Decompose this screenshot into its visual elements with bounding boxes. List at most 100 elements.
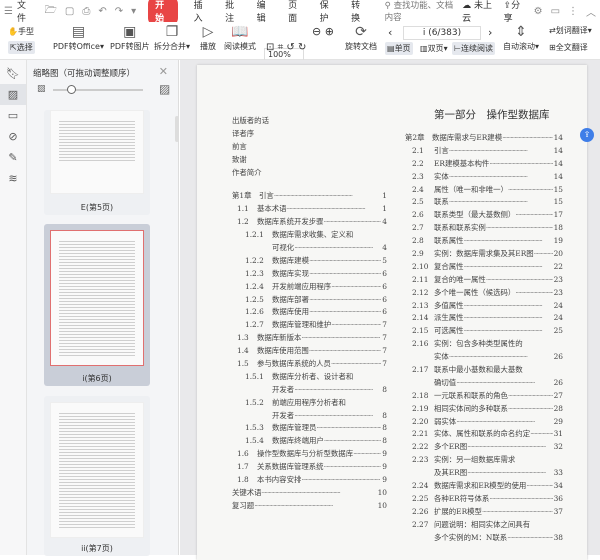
play-button[interactable]: ▷ 播放 [200,24,216,52]
tab-insert[interactable]: 插入 [194,0,210,24]
read-mode-button[interactable]: 📖 阅读模式 [224,24,256,52]
signature-icon[interactable]: ✎ [0,147,26,168]
tab-annotate[interactable]: 批注 [225,0,241,24]
toc-entry[interactable]: 1.3 数据库新版本 7 [232,332,387,345]
toc-entry[interactable]: 2.21 实体、属性和联系的命名约定 31 [405,428,563,441]
comment-icon[interactable]: ▭ [551,6,560,17]
prev-page-button[interactable]: ‹ [388,26,392,39]
thumbnail-page-7[interactable]: ii(第7页) [44,396,150,556]
thumbnail-icon[interactable]: ▨ [0,84,26,105]
settings-icon[interactable]: ⚙ [534,6,543,17]
double-page-button[interactable]: ▥双页▾ [418,42,450,55]
toc-entry[interactable]: 1.5.2 前端应用程序分析者和 [232,397,387,410]
toc-entry[interactable]: 开发者 8 [232,410,387,423]
toc-entry[interactable]: 2.17 联系中最小基数和最大基数 [405,364,563,377]
toc-entry[interactable]: 1.5.3 数据库管理员 8 [232,422,387,435]
single-page-button[interactable]: ▤单页 [385,42,413,55]
toc-entry[interactable]: 2.25 各种ER符号体系 36 [405,493,563,506]
fit-tools[interactable]: ⊡ ⌗ ↺ ↻ [266,42,306,53]
toc-entry[interactable]: 1.4 数据库使用范围 7 [232,345,387,358]
toc-entry[interactable]: 前言 [232,141,387,154]
toc-entry[interactable]: 2.10 复合属性 22 [405,261,563,274]
toc-entry[interactable]: 2.26 扩展的ER模型 37 [405,506,563,519]
select-tool-button[interactable]: ⇱选择 [8,41,35,54]
toc-entry[interactable]: 2.12 多个唯一属性（候选码） 23 [405,287,563,300]
file-menu[interactable]: 文件 [17,0,33,24]
page-number-input[interactable]: i (6/383) [403,26,481,40]
toc-entry[interactable]: 1.2.3 数据库实现 6 [232,268,387,281]
toc-entry[interactable]: 2.18 一元联系和联系的角色 27 [405,390,563,403]
toc-entry[interactable]: 2.6 联系类型（最大基数侧） 17 [405,209,563,222]
save-icon[interactable]: ▢ [65,6,74,17]
search-box[interactable]: ⚲ 查找功能、文档内容 [385,0,459,23]
toc-entry[interactable]: 复习题 10 [232,500,387,513]
toc-entry[interactable]: 2.27 问题说明：相同实体之间具有 [405,519,563,532]
pdf-to-office-button[interactable]: ▤ PDF转Office▾ [53,24,104,52]
toc-entry[interactable]: 1.5.1 数据库分析者、设计者和 [232,371,387,384]
toc-entry[interactable]: 1.8 本书内容安排 9 [232,474,387,487]
toc-entry[interactable]: 1.1 基本术语 1 [232,203,387,216]
toc-entry[interactable]: 2.22 多个ER图 32 [405,441,563,454]
bookmark-icon[interactable]: 🔖︎ [0,63,26,84]
more-icon[interactable]: ⋮ [568,6,578,17]
floating-tool-icon[interactable]: ⇪ [580,128,594,142]
toc-entry[interactable]: 1.2.2 数据库建模 5 [232,255,387,268]
tab-edit[interactable]: 编辑 [257,0,273,24]
toc-entry[interactable]: 可视化 4 [232,242,387,255]
layers-icon[interactable]: ≋ [0,168,26,189]
toc-entry[interactable]: 2.7 联系和联系实例 18 [405,222,563,235]
share-button[interactable]: ⇪分享 [504,0,526,24]
cloud-button[interactable]: ☁ 未上云 [462,0,495,24]
open-icon[interactable]: 🗁 [44,3,56,20]
pdf-to-image-button[interactable]: ▣ PDF转图片 [110,24,150,52]
toc-entry[interactable]: 1.5 参与数据库系统的人员 7 [232,358,387,371]
next-page-button[interactable]: › [488,26,492,39]
slider-knob[interactable] [67,85,76,94]
zoom-in-icon[interactable]: ⊕ [325,25,334,38]
close-icon[interactable]: ✕ [159,65,168,78]
toc-entry[interactable]: 关键术语 10 [232,487,387,500]
continuous-read-button[interactable]: ⊢连续阅读 [452,42,495,55]
tab-page[interactable]: 页面 [288,0,304,24]
hand-tool-button[interactable]: ✋手型 [8,26,34,37]
toc-entry[interactable]: 确切值 26 [405,377,563,390]
toc-entry[interactable]: 第1章引言 1 [232,190,387,203]
toc-entry[interactable]: 1.7 关系数据库管理系统 9 [232,461,387,474]
redo-icon[interactable]: ↷ [115,6,123,17]
toc-entry[interactable]: 1.2.6 数据库使用 6 [232,306,387,319]
toc-entry[interactable]: 1.2.7 数据库管理和维护 7 [232,319,387,332]
translate-word-button[interactable]: ⇄划词翻译▾ [549,25,592,36]
toc-entry[interactable]: 1.2.4 开发前端应用程序 6 [232,281,387,294]
toc-entry[interactable]: 2.13 多值属性 24 [405,300,563,313]
toc-entry[interactable]: 2.23 实例：另一组数据库需求 [405,454,563,467]
thumbnail-size-slider[interactable] [53,85,143,94]
thumbnail-page-5[interactable]: E(第5页) [44,110,150,215]
toc-entry[interactable]: 2.9 实例：数据库需求集及其ER图 20 [405,248,563,261]
toc-entry[interactable]: 致谢 [232,154,387,167]
toc-entry[interactable]: 2.20 弱实体 29 [405,416,563,429]
zoom-out-icon[interactable]: ⊖ [312,25,321,38]
toc-entry[interactable]: 2.24 数据库需求和ER模型的使用 34 [405,480,563,493]
toc-entry[interactable]: 2.15 可选属性 25 [405,325,563,338]
toc-entry[interactable]: 实体 26 [405,351,563,364]
tab-protect[interactable]: 保护 [320,0,336,24]
attachment-icon[interactable]: ⊘ [0,126,26,147]
toc-entry[interactable]: 作者简介 [232,167,387,180]
toc-entry[interactable]: 2.8 联系属性 19 [405,235,563,248]
toc-entry[interactable]: 1.2.1 数据库需求收集、定义和 [232,229,387,242]
toc-entry[interactable]: 2.16 实例：包含多种类型属性的 [405,338,563,351]
toc-entry[interactable]: 2.5 联系 15 [405,196,563,209]
toc-entry[interactable]: 出版者的话 [232,115,387,128]
thumbnail-page-6[interactable]: i(第6页) [44,224,150,386]
toc-entry[interactable]: 1.5.4 数据库终端用户 8 [232,435,387,448]
collapse-icon[interactable]: ︿ [586,4,596,19]
toc-entry[interactable]: 第2章数据库需求与ER建模 14 [405,132,563,145]
toc-entry[interactable]: 1.6 操作型数据库与分析型数据库 9 [232,448,387,461]
dropdown-icon[interactable]: ▾ [131,6,136,17]
toc-entry[interactable]: 2.11 复合的唯一属性 23 [405,274,563,287]
toc-entry[interactable]: 多个实例的M：N联系 38 [405,532,563,545]
toc-entry[interactable]: 2.1 引言 14 [405,145,563,158]
menu-icon[interactable]: ☰ [4,6,13,17]
print-icon[interactable]: ⎙ [82,6,90,17]
split-merge-button[interactable]: ❐ 拆分合并▾ [154,24,190,52]
